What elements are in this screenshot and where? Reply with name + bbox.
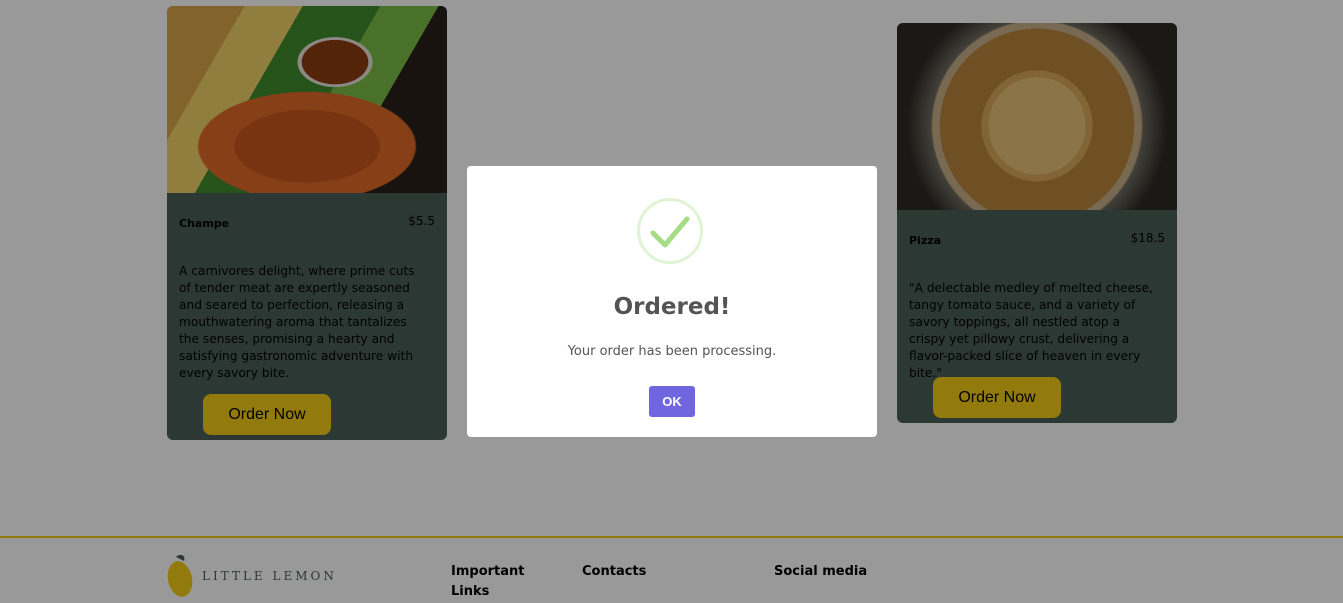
order-confirmation-dialog: Ordered! Your order has been processing.… <box>467 166 877 437</box>
ok-button[interactable]: OK <box>649 386 695 417</box>
dialog-message: Your order has been processing. <box>567 344 777 359</box>
dialog-title: Ordered! <box>613 294 731 320</box>
checkmark-icon <box>650 216 690 248</box>
